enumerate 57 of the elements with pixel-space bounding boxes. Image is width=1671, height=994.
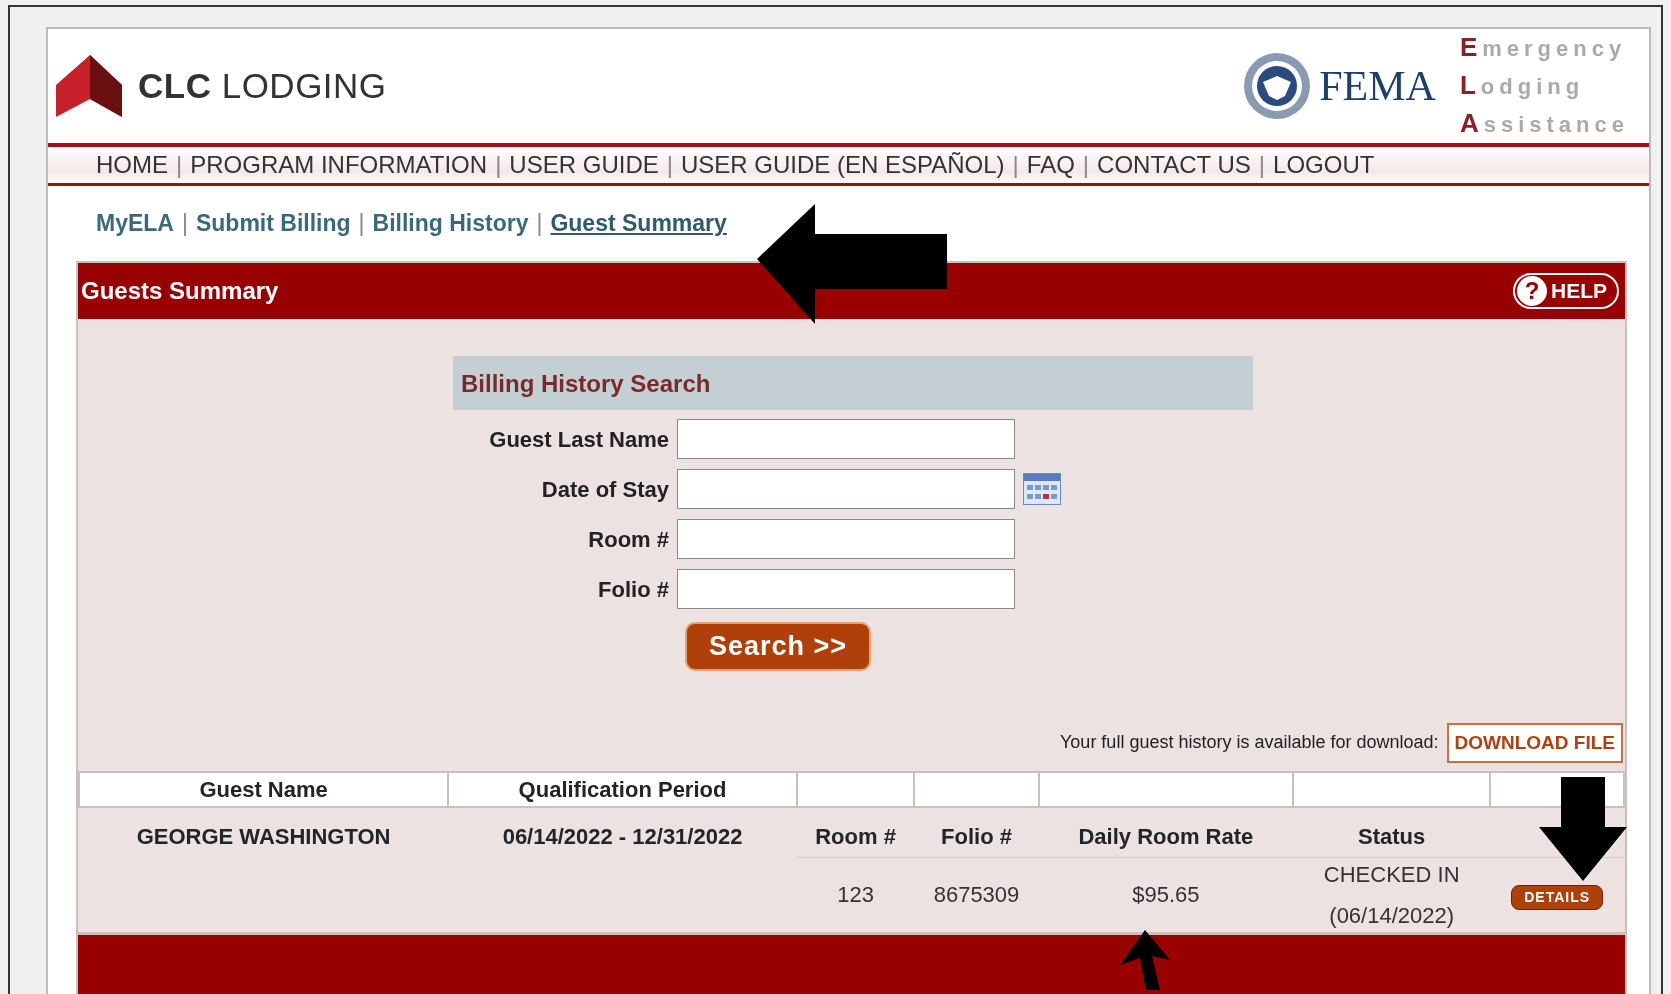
nav-separator: | bbox=[536, 209, 543, 239]
nav-link[interactable]: HOME bbox=[96, 147, 168, 183]
nav-link[interactable]: USER GUIDE bbox=[509, 147, 659, 183]
input-field[interactable] bbox=[677, 469, 1015, 509]
field-label: Date of Stay bbox=[540, 475, 670, 504]
field-label: Room # bbox=[587, 525, 670, 554]
input-field[interactable] bbox=[677, 519, 1015, 559]
nav-separator: | bbox=[176, 150, 183, 180]
nav-separator: | bbox=[1082, 150, 1090, 180]
table-cell: 8675309 bbox=[933, 882, 1020, 907]
nav-link[interactable]: LOGOUT bbox=[1273, 147, 1375, 183]
pointer-arrow bbox=[1120, 929, 1170, 990]
nav-separator: | bbox=[1258, 150, 1266, 180]
nav-link[interactable]: CONTACT US bbox=[1097, 147, 1251, 183]
column-header: Guest Name bbox=[79, 772, 449, 807]
download-button[interactable]: DOWNLOAD FILE bbox=[1446, 722, 1623, 763]
sub-column-header: Room # bbox=[796, 807, 915, 857]
nav-link[interactable]: FAQ bbox=[1026, 147, 1075, 183]
search-title: Billing History Search bbox=[453, 356, 1253, 410]
input-field[interactable] bbox=[677, 419, 1015, 459]
nav-link[interactable]: PROGRAM INFORMATION bbox=[190, 147, 488, 183]
program-name-line: Assistance bbox=[1459, 107, 1629, 140]
panel-title: Guests Summary bbox=[81, 276, 279, 306]
nav-separator: | bbox=[495, 150, 502, 180]
status-date: (06/14/2022) bbox=[1328, 901, 1456, 930]
input-field[interactable] bbox=[677, 569, 1015, 609]
nav-separator: | bbox=[358, 209, 365, 239]
program-name-line: Lodging bbox=[1459, 69, 1586, 102]
details-button[interactable]: DETAILS bbox=[1511, 885, 1604, 910]
calendar-icon[interactable] bbox=[1023, 473, 1061, 505]
subnav-link[interactable]: Guest Summary bbox=[550, 206, 727, 241]
logo-icon bbox=[56, 55, 122, 117]
download-note: Your full guest history is available for download: bbox=[1060, 731, 1439, 755]
column-header: Qualification Period bbox=[448, 772, 797, 807]
help-button[interactable]: ? HELP bbox=[1513, 273, 1619, 309]
seal-icon bbox=[1243, 52, 1312, 120]
field-label: Guest Last Name bbox=[488, 425, 670, 454]
agency-name: FEMA bbox=[1319, 61, 1436, 111]
program-name-line: Emergency bbox=[1459, 31, 1628, 64]
subnav-link[interactable]: Submit Billing bbox=[195, 206, 351, 241]
sub-column-header: Status bbox=[1293, 807, 1491, 857]
nav-link[interactable]: USER GUIDE (EN ESPAÑOL) bbox=[680, 147, 1005, 183]
nav-separator: | bbox=[1012, 150, 1019, 180]
table-cell: $95.65 bbox=[1132, 882, 1200, 907]
field-label: Folio # bbox=[597, 575, 670, 604]
sub-column-header: Folio # bbox=[914, 807, 1039, 857]
search-button[interactable]: Search >> bbox=[685, 622, 872, 671]
subnav-link[interactable]: MyELA bbox=[96, 206, 174, 241]
brand-name: CLC LODGING bbox=[138, 64, 387, 107]
qualification-period: 06/14/2022 - 12/31/2022 bbox=[448, 807, 797, 857]
subnav-link[interactable]: Billing History bbox=[372, 206, 529, 241]
nav-separator: | bbox=[666, 150, 673, 180]
table-cell: 123 bbox=[837, 882, 874, 907]
guest-name: GEORGE WASHINGTON bbox=[79, 807, 449, 857]
sub-column-header: Daily Room Rate bbox=[1038, 807, 1294, 857]
nav-separator: | bbox=[181, 209, 188, 239]
status-text: CHECKED IN bbox=[1322, 860, 1461, 889]
